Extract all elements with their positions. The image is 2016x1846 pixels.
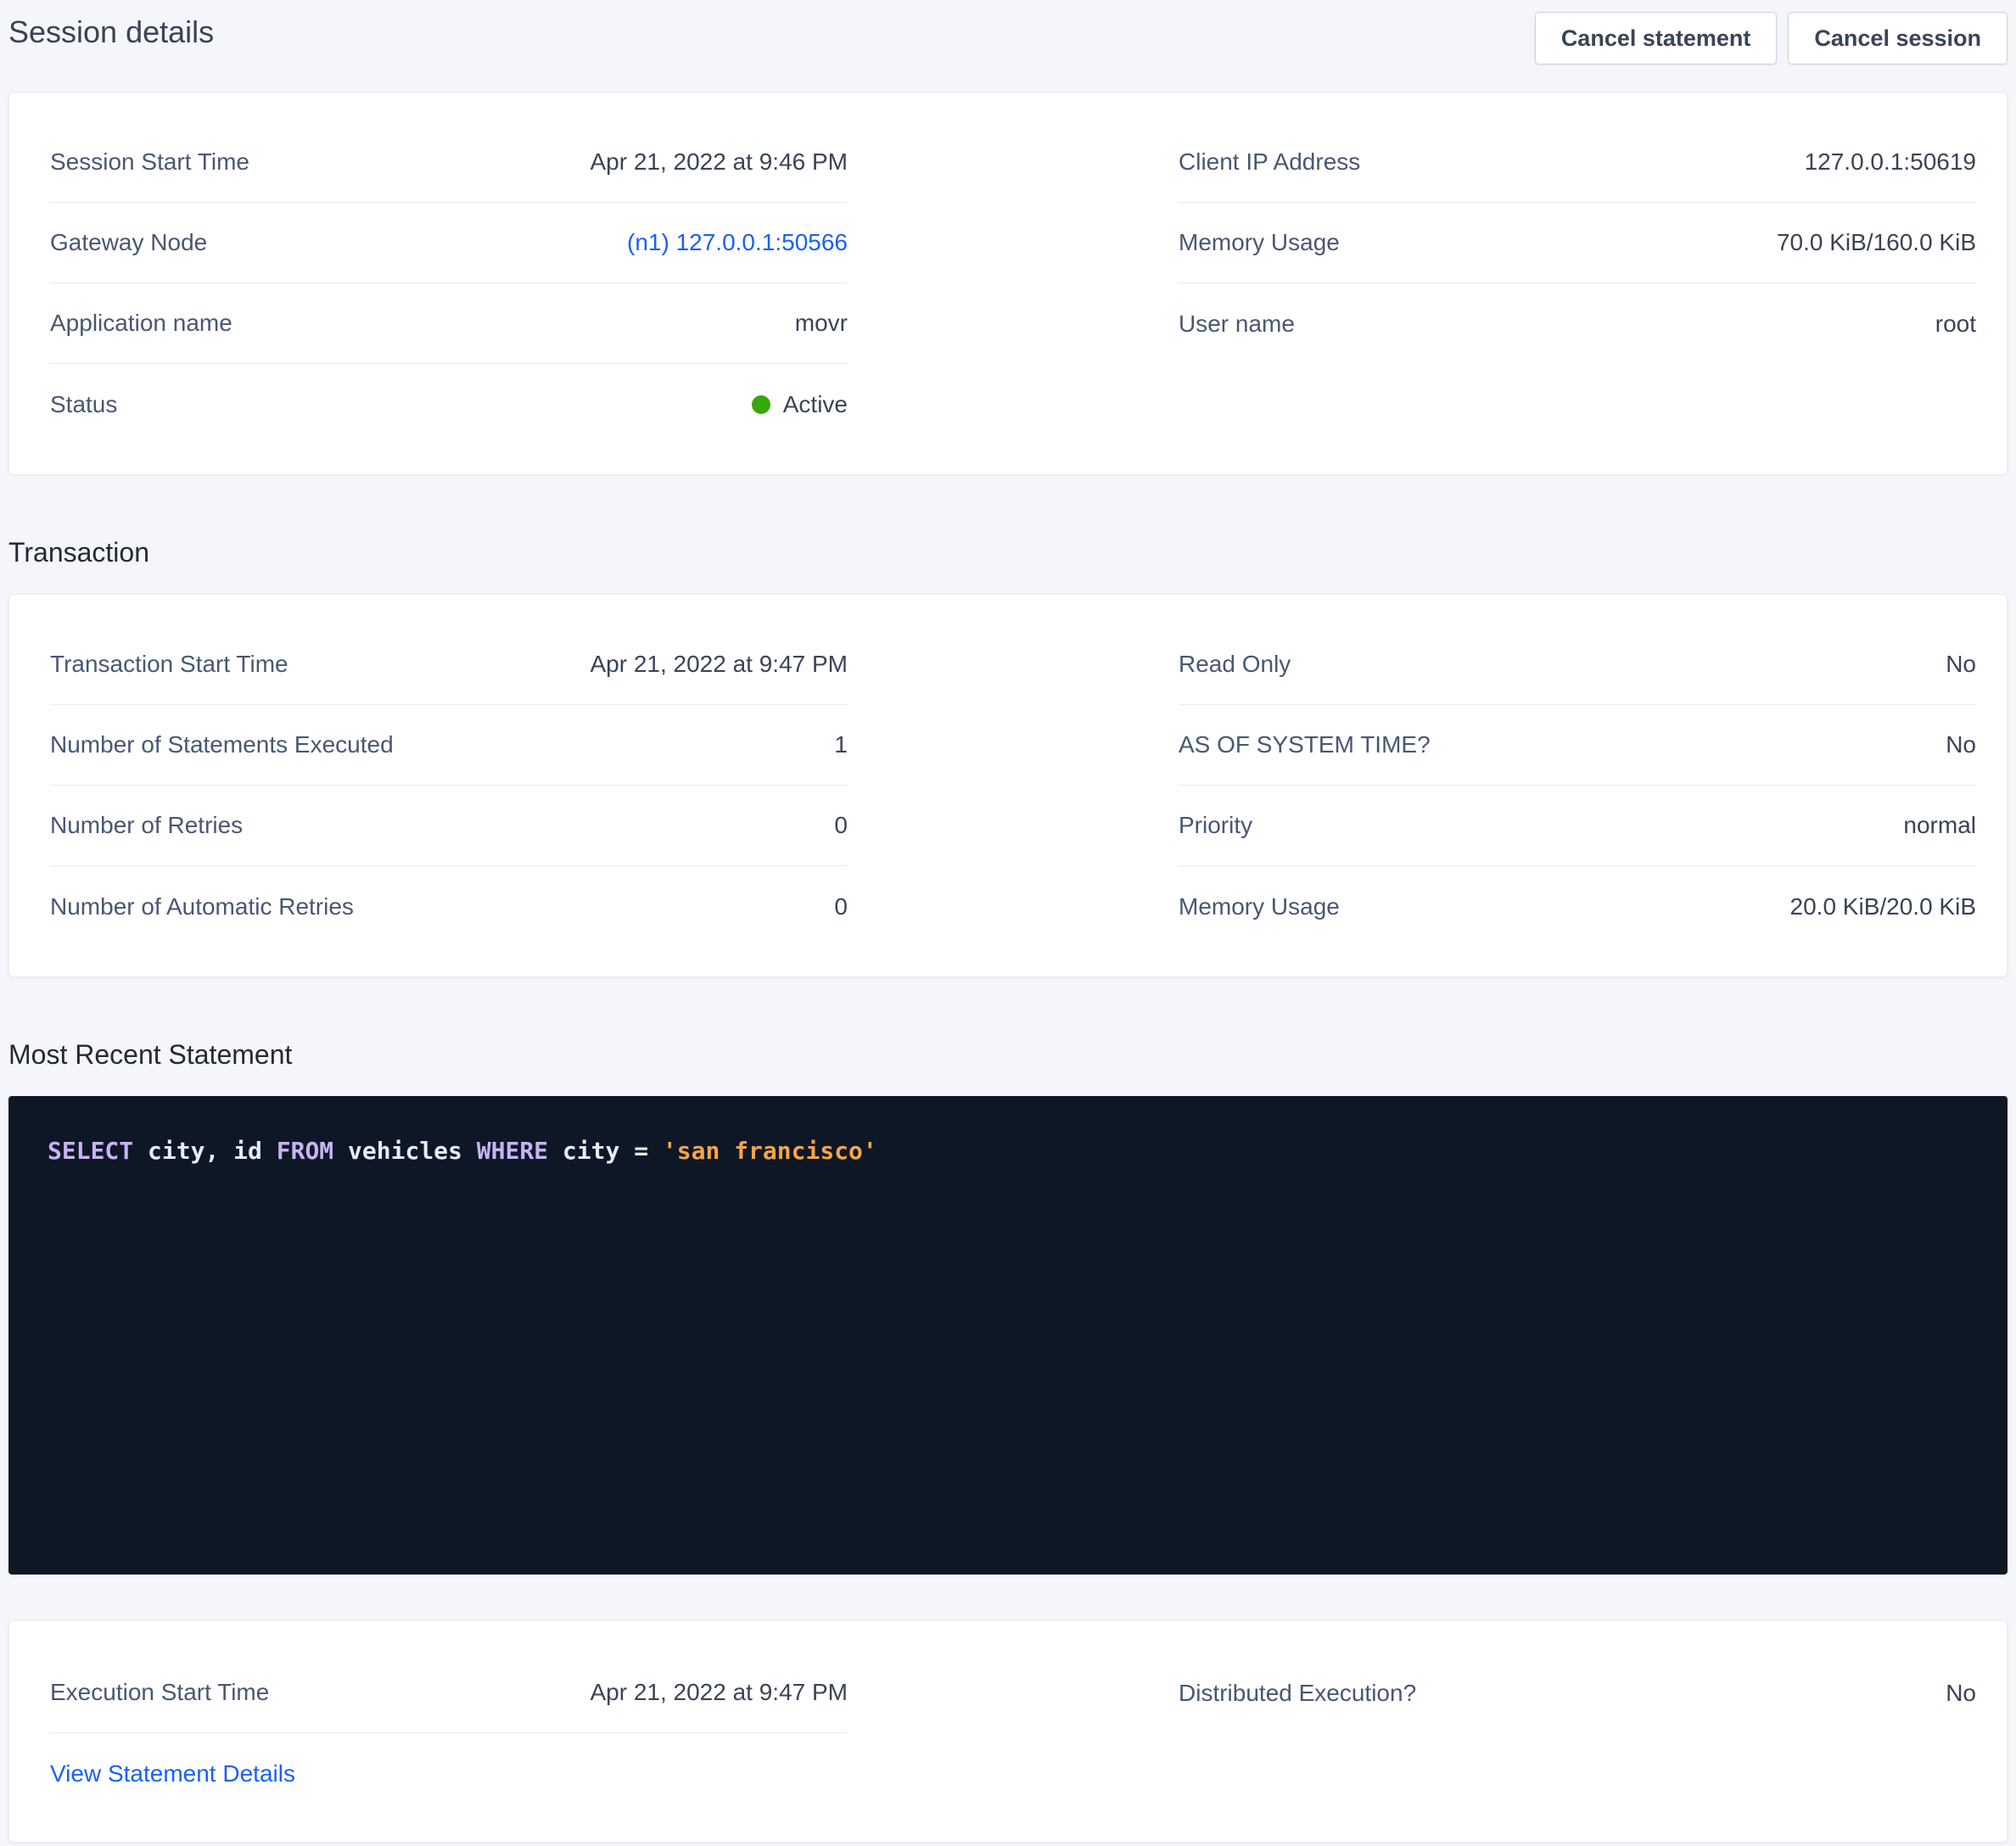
session-memory-usage-row: Memory Usage 70.0 KiB/160.0 KiB bbox=[1179, 203, 1976, 283]
session-start-time-row: Session Start Time Apr 21, 2022 at 9:46 … bbox=[50, 122, 848, 203]
sql-keyword-where: WHERE bbox=[477, 1137, 548, 1165]
session-details-page: Session details Cancel statement Cancel … bbox=[0, 0, 2016, 1843]
view-statement-details-link[interactable]: View Statement Details bbox=[50, 1760, 295, 1787]
gateway-node-row: Gateway Node (n1) 127.0.0.1:50566 bbox=[50, 203, 848, 283]
transaction-card-right-column: Read Only No AS OF SYSTEM TIME? No Prior… bbox=[1179, 624, 1976, 947]
execution-card: Execution Start Time Apr 21, 2022 at 9:4… bbox=[8, 1620, 2008, 1843]
sql-statement-box: SELECT city, id FROM vehicles WHERE city… bbox=[8, 1096, 2008, 1575]
sql-keyword-select: SELECT bbox=[48, 1137, 133, 1165]
read-only-row: Read Only No bbox=[1179, 624, 1976, 705]
row-label: Session Start Time bbox=[50, 148, 249, 176]
row-value: 1 bbox=[834, 731, 848, 758]
transaction-card-left-column: Transaction Start Time Apr 21, 2022 at 9… bbox=[50, 624, 848, 947]
sql-text: city, id bbox=[133, 1137, 277, 1165]
sql-text: vehicles bbox=[333, 1137, 477, 1165]
transaction-card: Transaction Start Time Apr 21, 2022 at 9… bbox=[8, 594, 2008, 977]
row-value: 127.0.0.1:50619 bbox=[1805, 148, 1976, 176]
row-label: Number of Statements Executed bbox=[50, 731, 394, 758]
execution-card-right-column: Distributed Execution? No bbox=[1179, 1653, 1976, 1733]
row-value: Apr 21, 2022 at 9:46 PM bbox=[590, 148, 848, 176]
row-label: Gateway Node bbox=[50, 229, 207, 256]
view-statement-details-row: View Statement Details bbox=[50, 1733, 848, 1814]
sql-keyword-from: FROM bbox=[277, 1137, 333, 1165]
automatic-retries-row: Number of Automatic Retries 0 bbox=[50, 866, 848, 947]
sql-string-literal: 'san francisco' bbox=[663, 1137, 877, 1165]
row-value: 70.0 KiB/160.0 KiB bbox=[1777, 229, 1976, 256]
row-value: No bbox=[1946, 731, 1976, 758]
sql-text: city = bbox=[548, 1137, 663, 1165]
session-card-left-column: Session Start Time Apr 21, 2022 at 9:46 … bbox=[50, 122, 848, 445]
row-value: Apr 21, 2022 at 9:47 PM bbox=[590, 1679, 848, 1706]
distributed-execution-row: Distributed Execution? No bbox=[1179, 1653, 1976, 1733]
gateway-node-link[interactable]: (n1) 127.0.0.1:50566 bbox=[627, 229, 848, 256]
transaction-section-title: Transaction bbox=[8, 536, 2008, 568]
row-value: 0 bbox=[834, 812, 848, 839]
sql-statement-text: SELECT city, id FROM vehicles WHERE city… bbox=[48, 1132, 1968, 1171]
row-label: Application name bbox=[50, 310, 232, 337]
priority-row: Priority normal bbox=[1179, 786, 1976, 866]
transaction-start-time-row: Transaction Start Time Apr 21, 2022 at 9… bbox=[50, 624, 848, 705]
row-label: Memory Usage bbox=[1179, 229, 1340, 256]
user-name-row: User name root bbox=[1179, 283, 1976, 364]
row-value: Apr 21, 2022 at 9:47 PM bbox=[590, 651, 848, 678]
page-title: Session details bbox=[8, 12, 214, 53]
row-label: Status bbox=[50, 391, 117, 418]
row-label: User name bbox=[1179, 310, 1295, 338]
row-label: Client IP Address bbox=[1179, 148, 1360, 176]
as-of-system-time-row: AS OF SYSTEM TIME? No bbox=[1179, 705, 1976, 786]
most-recent-statement-title: Most Recent Statement bbox=[8, 1038, 2008, 1071]
row-label: Transaction Start Time bbox=[50, 651, 288, 678]
active-status-dot bbox=[752, 395, 770, 414]
status-text: Active bbox=[783, 391, 848, 418]
row-value: 0 bbox=[834, 893, 848, 920]
number-of-retries-row: Number of Retries 0 bbox=[50, 786, 848, 866]
statements-executed-row: Number of Statements Executed 1 bbox=[50, 705, 848, 786]
row-label: Read Only bbox=[1179, 651, 1291, 678]
cancel-session-button[interactable]: Cancel session bbox=[1788, 12, 2008, 64]
row-label: Priority bbox=[1179, 812, 1252, 839]
row-label: Distributed Execution? bbox=[1179, 1680, 1416, 1707]
row-label: Number of Automatic Retries bbox=[50, 893, 354, 920]
client-ip-row: Client IP Address 127.0.0.1:50619 bbox=[1179, 122, 1976, 203]
row-label: Memory Usage bbox=[1179, 893, 1340, 920]
header-actions: Cancel statement Cancel session bbox=[1535, 12, 2008, 64]
row-value: No bbox=[1946, 1680, 1976, 1707]
row-label: Number of Retries bbox=[50, 812, 243, 839]
page-header: Session details Cancel statement Cancel … bbox=[8, 0, 2008, 64]
session-summary-card: Session Start Time Apr 21, 2022 at 9:46 … bbox=[8, 92, 2008, 475]
row-value: movr bbox=[795, 310, 848, 337]
session-card-right-column: Client IP Address 127.0.0.1:50619 Memory… bbox=[1179, 122, 1976, 364]
status-badge: Active bbox=[752, 391, 848, 418]
row-value: 20.0 KiB/20.0 KiB bbox=[1790, 893, 1976, 920]
row-label: AS OF SYSTEM TIME? bbox=[1179, 731, 1431, 758]
application-name-row: Application name movr bbox=[50, 283, 848, 364]
status-row: Status Active bbox=[50, 364, 848, 445]
row-value: normal bbox=[1903, 812, 1976, 839]
row-label: Execution Start Time bbox=[50, 1679, 269, 1706]
row-value: root bbox=[1935, 310, 1976, 338]
cancel-statement-button[interactable]: Cancel statement bbox=[1535, 12, 1778, 64]
execution-card-left-column: Execution Start Time Apr 21, 2022 at 9:4… bbox=[50, 1653, 848, 1814]
transaction-memory-usage-row: Memory Usage 20.0 KiB/20.0 KiB bbox=[1179, 866, 1976, 947]
execution-start-time-row: Execution Start Time Apr 21, 2022 at 9:4… bbox=[50, 1653, 848, 1733]
row-value: No bbox=[1946, 651, 1976, 678]
